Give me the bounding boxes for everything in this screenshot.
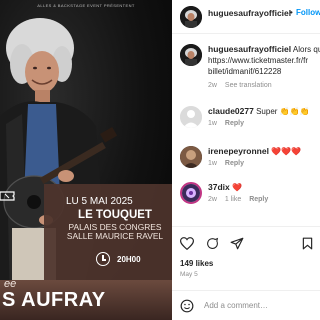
post-panel: huguesaufrayofficiel • Follow huguesaufr…	[172, 0, 320, 320]
avatar-image	[180, 146, 202, 168]
clock-icon	[96, 252, 110, 266]
comment-text: ❤️❤️❤️	[271, 147, 302, 156]
caption-link-line-2[interactable]: billet/idmanif/612228	[208, 66, 320, 77]
comment-time: 1w	[208, 120, 217, 127]
caption-text: Alors qu	[292, 45, 320, 54]
comment-body: irenepeyronnel ❤️❤️❤️	[208, 146, 301, 156]
reply-button[interactable]: Reply	[225, 120, 244, 127]
likes-count[interactable]: 149 likes	[180, 259, 213, 268]
heart-icon[interactable]	[180, 237, 194, 250]
caption-meta: 2w See translation	[208, 82, 272, 89]
commenter-avatar[interactable]	[180, 106, 202, 128]
ticket-icon	[0, 191, 15, 201]
caption-time: 2w	[208, 82, 217, 89]
event-date: LU 5 MAI 2025	[66, 196, 133, 207]
comment-meta: 1w Reply	[208, 160, 244, 167]
avatar-image	[180, 6, 202, 28]
commenter-avatar[interactable]	[180, 182, 202, 204]
avatar-image	[180, 44, 202, 66]
comment-meta: 2w 1 like Reply	[208, 196, 268, 203]
comment-username[interactable]: irenepeyronnel	[208, 146, 269, 156]
author-username[interactable]: huguesaufrayofficiel	[208, 8, 291, 18]
separator-dot: •	[290, 8, 293, 17]
comment-body: 37dix ❤️	[208, 182, 242, 192]
comment-item: irenepeyronnel ❤️❤️❤️ 1w Reply	[180, 146, 320, 182]
comment-username[interactable]: claude0277	[208, 106, 254, 116]
comment-username[interactable]: 37dix	[208, 182, 230, 192]
comment-time: 2w	[208, 196, 217, 203]
post-image[interactable]: ALLES & BACKSTAGE EVENT PRÉSENTENT LU 5 …	[0, 0, 172, 320]
post-date: May 5	[180, 271, 198, 278]
comment-text: ❤️	[231, 183, 242, 192]
emoji-icon[interactable]	[180, 299, 194, 313]
caption-username[interactable]: huguesaufrayofficiel	[208, 44, 291, 54]
comment-body: claude0277 Super 👏👏👏	[208, 106, 310, 116]
see-translation-link[interactable]: See translation	[225, 82, 272, 89]
artist-name: S AUFRAY	[2, 289, 106, 311]
comment-text: Super 👏👏👏	[256, 107, 310, 116]
comment-item: 37dix ❤️ 2w 1 like Reply	[180, 182, 320, 218]
comment-likes[interactable]: 1 like	[225, 196, 241, 203]
action-bar	[172, 226, 320, 256]
commenter-avatar[interactable]	[180, 146, 202, 168]
follow-button[interactable]: Follow	[296, 8, 320, 17]
event-city: LE TOUQUET	[78, 209, 152, 221]
reply-button[interactable]: Reply	[249, 196, 268, 203]
reply-button[interactable]: Reply	[225, 160, 244, 167]
caption-link-line-1[interactable]: https://www.ticketmaster.fr/fr	[208, 55, 320, 66]
post-header: huguesaufrayofficiel • Follow	[172, 0, 320, 34]
event-venue: PALAIS DES CONGRES SALLE MAURICE RAVEL	[60, 223, 170, 241]
comment-item: claude0277 Super 👏👏👏 1w Reply	[180, 106, 320, 142]
share-icon[interactable]	[230, 237, 244, 250]
comment-meta: 1w Reply	[208, 120, 244, 127]
comment-input[interactable]: Add a comment…	[204, 301, 268, 310]
avatar-image	[182, 184, 200, 202]
caption-avatar[interactable]	[180, 44, 202, 66]
default-avatar-icon	[180, 106, 202, 128]
event-time: 20H00	[117, 255, 141, 264]
post-caption: huguesaufrayofficiel Alors qu https://ww…	[208, 44, 320, 77]
author-avatar[interactable]	[180, 6, 202, 28]
venue-line-2: SALLE MAURICE RAVEL	[66, 231, 164, 241]
bookmark-icon[interactable]	[302, 237, 313, 250]
comment-time: 1w	[208, 160, 217, 167]
add-comment-bar: Add a comment…	[172, 290, 320, 320]
comment-icon[interactable]	[206, 237, 219, 250]
